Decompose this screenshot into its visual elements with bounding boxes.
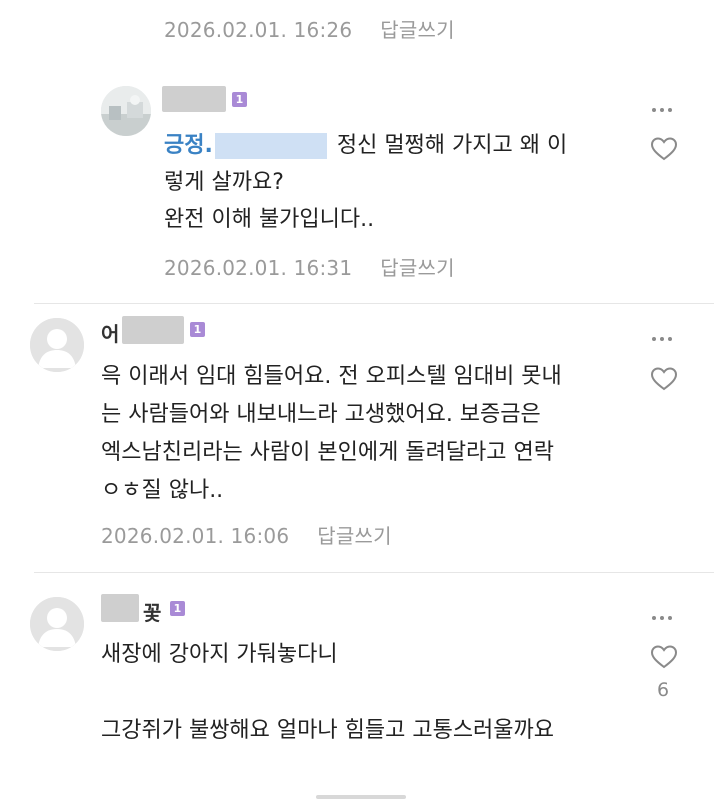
comment-line: 완전 이해 불가입니다.. xyxy=(164,207,375,232)
comment-line: 엑스남친리라는 사람이 본인에게 돌려달라고 연락 xyxy=(101,440,555,465)
comment-line: ㅇㅎ질 않나.. xyxy=(101,478,224,503)
divider xyxy=(34,572,714,573)
heart-outline-icon[interactable] xyxy=(650,644,678,670)
more-dots-icon xyxy=(652,107,656,112)
nickname-redacted xyxy=(162,86,226,112)
more-button[interactable] xyxy=(652,328,680,341)
avatar-photo-icon xyxy=(101,86,151,136)
reply-button[interactable]: 답글쓰기 xyxy=(380,256,454,280)
default-profile-icon xyxy=(30,597,84,651)
more-button[interactable] xyxy=(652,607,680,620)
reply-button[interactable]: 답글쓰기 xyxy=(380,18,454,42)
like-count: 6 xyxy=(657,679,670,701)
comment-meta: 2026.02.01. 16:06 답글쓰기 xyxy=(101,520,392,549)
nickname-redacted xyxy=(122,316,184,344)
comment-line: 는 사람들어와 내보내느라 고생했어요. 보증금은 xyxy=(101,402,541,427)
comment-line: 그강쥐가 불쌍해요 얼마나 힘들고 고통스러울까요 xyxy=(101,718,555,743)
timestamp: 2026.02.01. 16:31 xyxy=(164,256,353,280)
timestamp: 2026.02.01. 16:06 xyxy=(101,524,290,548)
level-badge: 1 xyxy=(170,601,185,616)
nickname[interactable]: 어 xyxy=(101,318,119,347)
level-badge: 1 xyxy=(190,322,205,337)
heart-outline-icon[interactable] xyxy=(650,366,678,392)
heart-outline-icon[interactable] xyxy=(650,136,678,162)
avatar[interactable] xyxy=(101,86,151,136)
mention-redacted xyxy=(214,133,327,159)
nickname[interactable]: 꽃 xyxy=(143,597,161,626)
comment-line: 새장에 강아지 가둬놓다니 xyxy=(101,642,338,667)
comment-line: 렇게 살까요? xyxy=(164,170,284,195)
avatar[interactable] xyxy=(30,597,84,651)
more-button[interactable] xyxy=(652,99,680,112)
default-profile-icon xyxy=(30,318,84,372)
mention-tag[interactable]: 긍정. xyxy=(164,133,213,158)
reply-button[interactable]: 답글쓰기 xyxy=(317,524,391,548)
avatar[interactable] xyxy=(30,318,84,372)
comment-line: 정신 멀쩡해 가지고 왜 이 xyxy=(336,133,568,158)
comment-meta-top: 2026.02.01. 16:26 답글쓰기 xyxy=(164,14,455,43)
timestamp: 2026.02.01. 16:26 xyxy=(164,18,353,42)
nickname-redacted xyxy=(101,594,139,622)
cut-off-meta xyxy=(316,792,406,801)
comment-meta: 2026.02.01. 16:31 답글쓰기 xyxy=(164,252,455,281)
divider xyxy=(34,303,714,304)
comment-body: 긍정. 정신 멀쩡해 가지고 왜 이 xyxy=(164,127,567,164)
comment-line: 윽 이래서 임대 힘들어요. 전 오피스텔 임대비 못내 xyxy=(101,364,562,389)
more-dots-icon xyxy=(652,615,656,620)
more-dots-icon xyxy=(652,336,656,341)
level-badge: 1 xyxy=(232,92,247,107)
